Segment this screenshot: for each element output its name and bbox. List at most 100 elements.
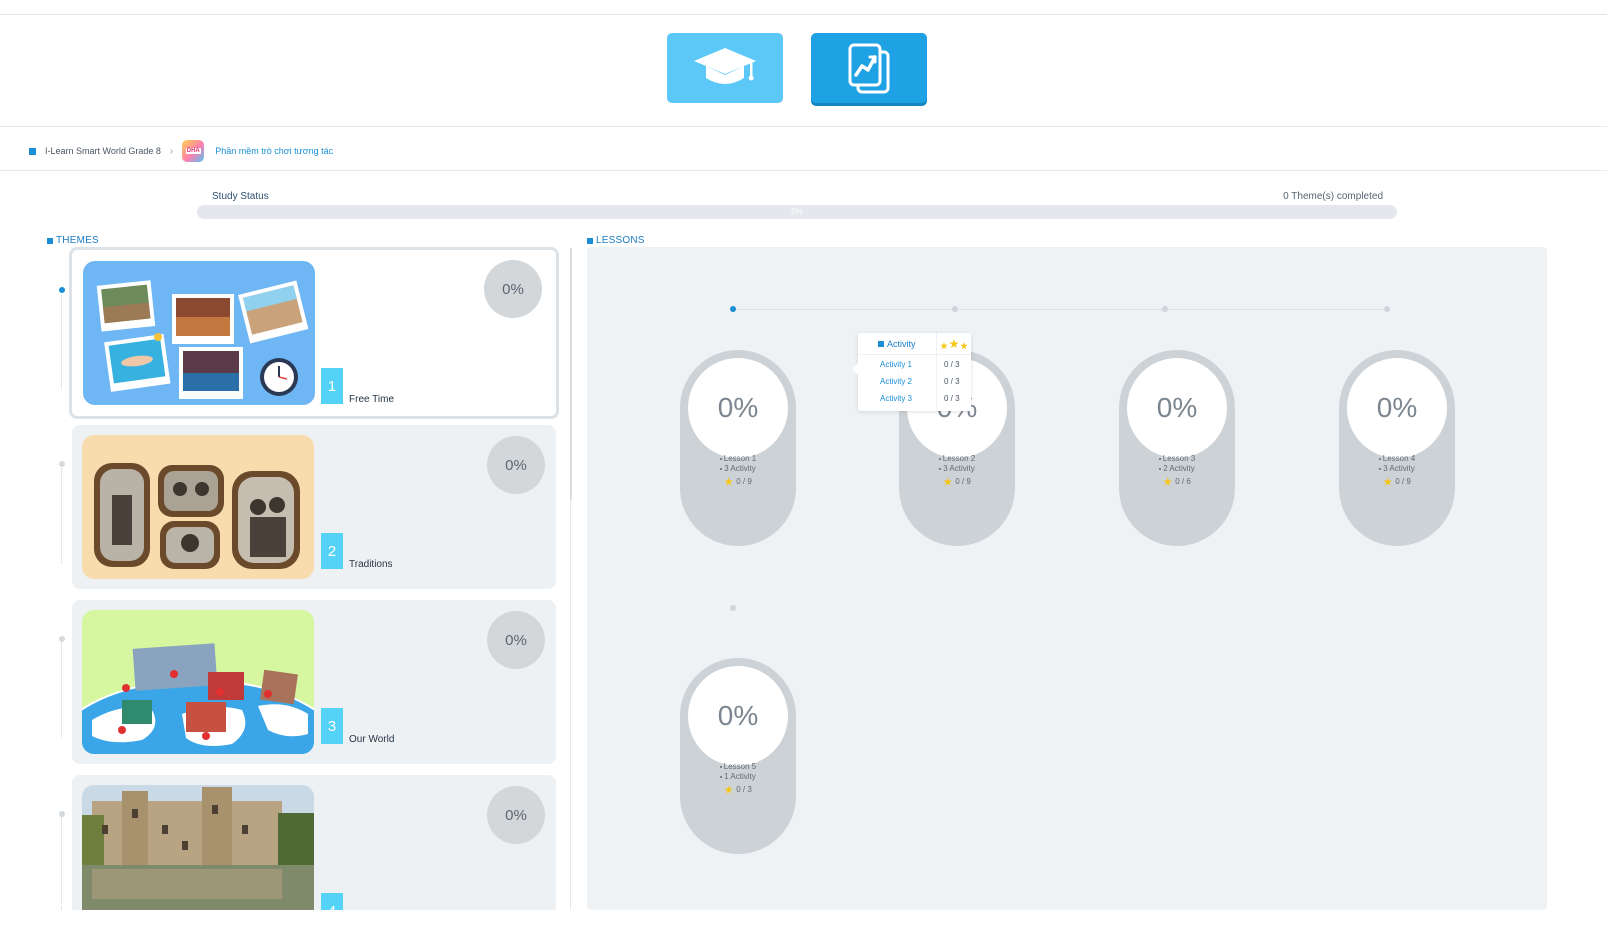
study-status-label: Study Status (212, 191, 269, 202)
lesson-marker-4 (1384, 306, 1390, 312)
column-divider (570, 500, 571, 910)
lesson-info-5: Lesson 5 1 Activity 0 / 3 (680, 762, 796, 795)
breadcrumb-bullet-icon (29, 147, 36, 155)
lesson-progress-1: 0% (688, 358, 788, 458)
activity-2-link[interactable]: Activity 2 (880, 377, 912, 386)
themes-heading: THEMES (47, 235, 99, 246)
theme-rail (61, 295, 62, 389)
activity-1-score: 0 / 3 (944, 360, 960, 369)
theme-title-2: Traditions (349, 559, 393, 570)
theme-progress-1: 0% (484, 260, 542, 318)
app-logo-icon: DHA (182, 140, 205, 162)
popover-header-text: Activity (887, 339, 916, 349)
lessons-heading-text: LESSONS (596, 235, 645, 246)
lesson-info-1: Lesson 1 3 Activity 0 / 9 (680, 454, 796, 487)
star-icon (943, 477, 953, 486)
breadcrumb-divider (0, 170, 1607, 171)
theme-marker-4 (59, 811, 65, 817)
heading-square-icon (587, 237, 593, 244)
themes-heading-text: THEMES (56, 235, 99, 246)
lesson-activity-count-2: 3 Activity (943, 464, 975, 473)
lesson-stars-5: 0 / 3 (736, 785, 752, 794)
app-logo-text: DHA (185, 148, 201, 154)
breadcrumb: I-Learn Smart World Grade 8 › DHA Phần m… (29, 138, 333, 164)
star-icon (1383, 477, 1393, 486)
lesson-card-4[interactable]: 0% Lesson 4 3 Activity 0 / 9 (1339, 350, 1455, 546)
study-progress-bar: 0% (197, 205, 1397, 219)
lesson-card-5[interactable]: 0% Lesson 5 1 Activity 0 / 3 (680, 658, 796, 854)
theme-progress-3: 0% (487, 611, 545, 669)
lesson-marker-1 (730, 306, 736, 312)
lesson-title-4: Lesson 4 (1382, 454, 1416, 463)
learn-button[interactable] (667, 33, 783, 103)
breadcrumb-app[interactable]: Phần mềm trò chơi tương tác (215, 146, 333, 156)
lesson-info-4: Lesson 4 3 Activity 0 / 9 (1339, 454, 1455, 487)
lesson-card-3[interactable]: 0% Lesson 3 2 Activity 0 / 6 (1119, 350, 1235, 546)
popover-header: Activity (858, 333, 971, 355)
lesson-activity-count-4: 3 Activity (1383, 464, 1415, 473)
heading-square-icon (878, 341, 884, 347)
lesson-marker-5 (730, 605, 736, 611)
lesson-info-3: Lesson 3 2 Activity 0 / 6 (1119, 454, 1235, 487)
activity-2-score: 0 / 3 (944, 377, 960, 386)
theme-title-3: Our World (349, 734, 395, 745)
lesson-title-3: Lesson 3 (1162, 454, 1196, 463)
theme-number-4: 4 (321, 893, 343, 910)
theme-image-traditions (82, 435, 314, 579)
star-icon (1163, 477, 1173, 486)
theme-number-1: 1 (321, 368, 343, 404)
lesson-info-2: Lesson 2 3 Activity 0 / 9 (899, 454, 1015, 487)
activity-3-score: 0 / 3 (944, 394, 960, 403)
activity-1-link[interactable]: Activity 1 (880, 360, 912, 369)
lesson-card-1[interactable]: 0% Lesson 1 3 Activity 0 / 9 (680, 350, 796, 546)
lesson-stars-2: 0 / 9 (955, 477, 971, 486)
heading-square-icon (47, 237, 53, 244)
three-stars-icon (940, 339, 968, 350)
theme-marker-2 (59, 461, 65, 467)
popover-header-label: Activity (878, 339, 916, 349)
theme-rail (61, 816, 62, 910)
lessons-heading: LESSONS (587, 235, 645, 246)
theme-progress-2: 0% (487, 436, 545, 494)
report-button[interactable] (811, 33, 927, 103)
theme-marker-3 (59, 636, 65, 642)
theme-progress-4: 0% (487, 786, 545, 844)
theme-title-1: Free Time (349, 394, 395, 405)
chevron-right-icon: › (169, 145, 174, 157)
lesson-activity-count-5: 1 Activity (724, 772, 756, 781)
lesson-track-line (733, 309, 1387, 310)
lesson-progress-5: 0% (688, 666, 788, 766)
breadcrumb-course[interactable]: I-Learn Smart World Grade 8 (45, 146, 161, 156)
theme-image-free-time (83, 261, 315, 405)
lesson-stars-1: 0 / 9 (736, 477, 752, 486)
lesson-marker-3 (1162, 306, 1168, 312)
study-progress-text: 0% (791, 207, 803, 216)
lesson-title-5: Lesson 5 (723, 762, 757, 771)
activity-popover: Activity Activity 1 0 / 3 Activity 2 0 /… (852, 333, 971, 411)
theme-image-castle (82, 785, 314, 910)
theme-number-2: 2 (321, 533, 343, 569)
star-icon (724, 477, 734, 486)
graduation-cap-icon (694, 48, 756, 84)
theme-card-1[interactable]: 1 Free Time 0% (69, 247, 559, 419)
popover-row-3: Activity 3 0 / 3 (858, 390, 971, 407)
popover-row-1: Activity 1 0 / 3 (858, 356, 971, 373)
theme-image-our-world (82, 610, 314, 754)
lesson-title-1: Lesson 1 (723, 454, 757, 463)
theme-marker-1 (59, 287, 65, 293)
lesson-marker-2 (952, 306, 958, 312)
theme-number-3: 3 (321, 708, 343, 744)
star-icon (724, 785, 734, 794)
activity-3-link[interactable]: Activity 3 (880, 394, 912, 403)
popover-row-2: Activity 2 0 / 3 (858, 373, 971, 390)
theme-card-4[interactable]: 4 0% (72, 775, 556, 910)
theme-card-3[interactable]: 3 Our World 0% (72, 600, 556, 764)
lesson-activity-count-3: 2 Activity (1163, 464, 1195, 473)
lesson-stars-4: 0 / 9 (1395, 477, 1411, 486)
theme-rail (61, 468, 62, 564)
lesson-stars-3: 0 / 6 (1175, 477, 1191, 486)
theme-card-2[interactable]: 2 Traditions 0% (72, 425, 556, 589)
lesson-progress-3: 0% (1127, 358, 1227, 458)
column-divider (570, 248, 572, 500)
lesson-title-2: Lesson 2 (942, 454, 976, 463)
